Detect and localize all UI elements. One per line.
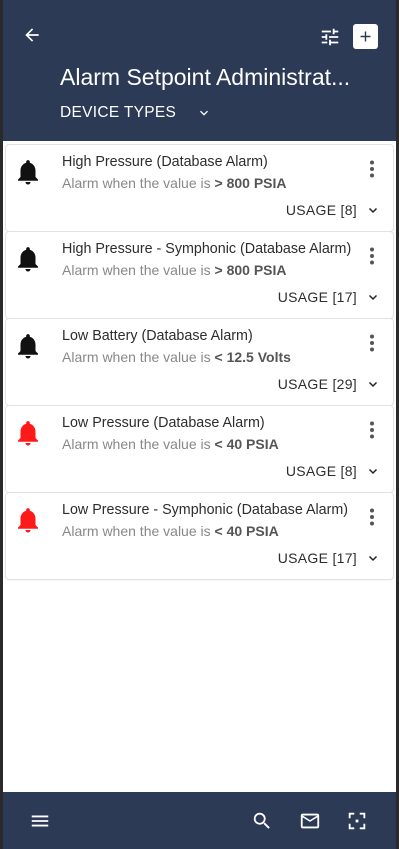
back-button[interactable] <box>19 22 45 48</box>
add-icon <box>360 31 371 42</box>
filter-settings-button[interactable] <box>317 24 343 50</box>
alarm-name: Low Battery (Database Alarm) <box>62 328 253 344</box>
app-frame: Alarm Setpoint Administrat... DEVICE TYP… <box>3 0 396 849</box>
bell-icon <box>18 160 38 185</box>
device-types-dropdown[interactable]: DEVICE TYPES <box>60 104 212 122</box>
alarm-condition: Alarm when the value is < 40 PSIA <box>62 436 279 452</box>
tune-icon <box>321 28 339 46</box>
more-options-button[interactable] <box>366 420 378 440</box>
chevron-down-icon <box>367 291 379 303</box>
chevron-down-icon <box>367 378 379 390</box>
more-vert-icon <box>370 508 374 526</box>
search-icon <box>253 812 270 829</box>
arrow-left-icon <box>25 28 39 42</box>
mail-icon <box>300 813 320 829</box>
usage-toggle[interactable]: USAGE [17] <box>278 289 379 305</box>
usage-label: USAGE [17] <box>277 289 357 305</box>
usage-toggle[interactable]: USAGE [8] <box>286 463 379 479</box>
alarm-condition-prefix: Alarm when the value is <box>62 436 215 452</box>
alarm-condition-value: < 40 PSIA <box>214 436 279 452</box>
alarm-name: Low Pressure - Symphonic (Database Alarm… <box>62 502 349 518</box>
alarm-condition: Alarm when the value is < 40 PSIA <box>62 523 279 539</box>
more-vert-icon <box>370 421 374 439</box>
alarm-condition-value: < 12.5 Volts <box>214 349 291 365</box>
chevron-down-icon <box>367 552 379 564</box>
add-alarm-button[interactable] <box>353 24 378 49</box>
alarm-card[interactable]: High Pressure (Database Alarm) Alarm whe… <box>6 145 393 231</box>
messages-button[interactable] <box>297 808 323 834</box>
usage-toggle[interactable]: USAGE [29] <box>278 376 379 392</box>
more-options-button[interactable] <box>366 507 378 527</box>
menu-button[interactable] <box>27 808 53 834</box>
usage-label: USAGE [8] <box>285 202 357 218</box>
bell-icon <box>18 247 38 272</box>
bell-icon <box>18 334 38 359</box>
alarm-condition-value: > 800 PSIA <box>214 262 287 278</box>
alarm-condition-prefix: Alarm when the value is <box>62 349 215 365</box>
more-options-button[interactable] <box>366 159 378 179</box>
alarm-condition: Alarm when the value is < 12.5 Volts <box>62 349 291 365</box>
fullscreen-button[interactable] <box>344 808 370 834</box>
bottom-nav-bar <box>3 792 396 849</box>
chevron-down-icon <box>367 204 379 216</box>
alarm-condition: Alarm when the value is > 800 PSIA <box>62 175 287 191</box>
more-options-button[interactable] <box>366 333 378 353</box>
alarm-name: High Pressure - Symphonic (Database Alar… <box>62 241 352 257</box>
usage-label: USAGE [8] <box>285 463 357 479</box>
bell-icon <box>18 508 38 533</box>
alarm-name: High Pressure (Database Alarm) <box>62 154 268 170</box>
fullscreen-icon <box>348 812 366 830</box>
usage-label: USAGE [17] <box>277 550 357 566</box>
alarm-condition-prefix: Alarm when the value is <box>62 175 215 191</box>
alarm-condition-prefix: Alarm when the value is <box>62 262 215 278</box>
more-vert-icon <box>370 160 374 178</box>
usage-toggle[interactable]: USAGE [17] <box>278 550 379 566</box>
header-bar: Alarm Setpoint Administrat... DEVICE TYP… <box>3 0 396 141</box>
search-button[interactable] <box>249 808 275 834</box>
chevron-down-icon <box>367 465 379 477</box>
alarm-condition: Alarm when the value is > 800 PSIA <box>62 262 287 278</box>
more-vert-icon <box>370 247 374 265</box>
chevron-down-icon <box>196 105 212 121</box>
page-title: Alarm Setpoint Administrat... <box>60 64 351 90</box>
bell-icon <box>18 421 38 446</box>
more-vert-icon <box>370 334 374 352</box>
device-types-label: DEVICE TYPES <box>60 104 177 121</box>
alarm-name: Low Pressure (Database Alarm) <box>62 415 265 431</box>
alarm-card[interactable]: Low Pressure - Symphonic (Database Alarm… <box>6 493 393 579</box>
alarm-condition-value: > 800 PSIA <box>214 175 287 191</box>
usage-toggle[interactable]: USAGE [8] <box>286 202 379 218</box>
alarm-card[interactable]: Low Battery (Database Alarm) Alarm when … <box>6 319 393 405</box>
alarm-condition-prefix: Alarm when the value is <box>62 523 215 539</box>
usage-label: USAGE [29] <box>277 376 357 392</box>
alarm-card[interactable]: High Pressure - Symphonic (Database Alar… <box>6 232 393 318</box>
alarm-list: High Pressure (Database Alarm) Alarm whe… <box>6 145 393 580</box>
hamburger-menu-icon <box>31 815 49 827</box>
alarm-condition-value: < 40 PSIA <box>214 523 279 539</box>
more-options-button[interactable] <box>366 246 378 266</box>
alarm-card[interactable]: Low Pressure (Database Alarm) Alarm when… <box>6 406 393 492</box>
